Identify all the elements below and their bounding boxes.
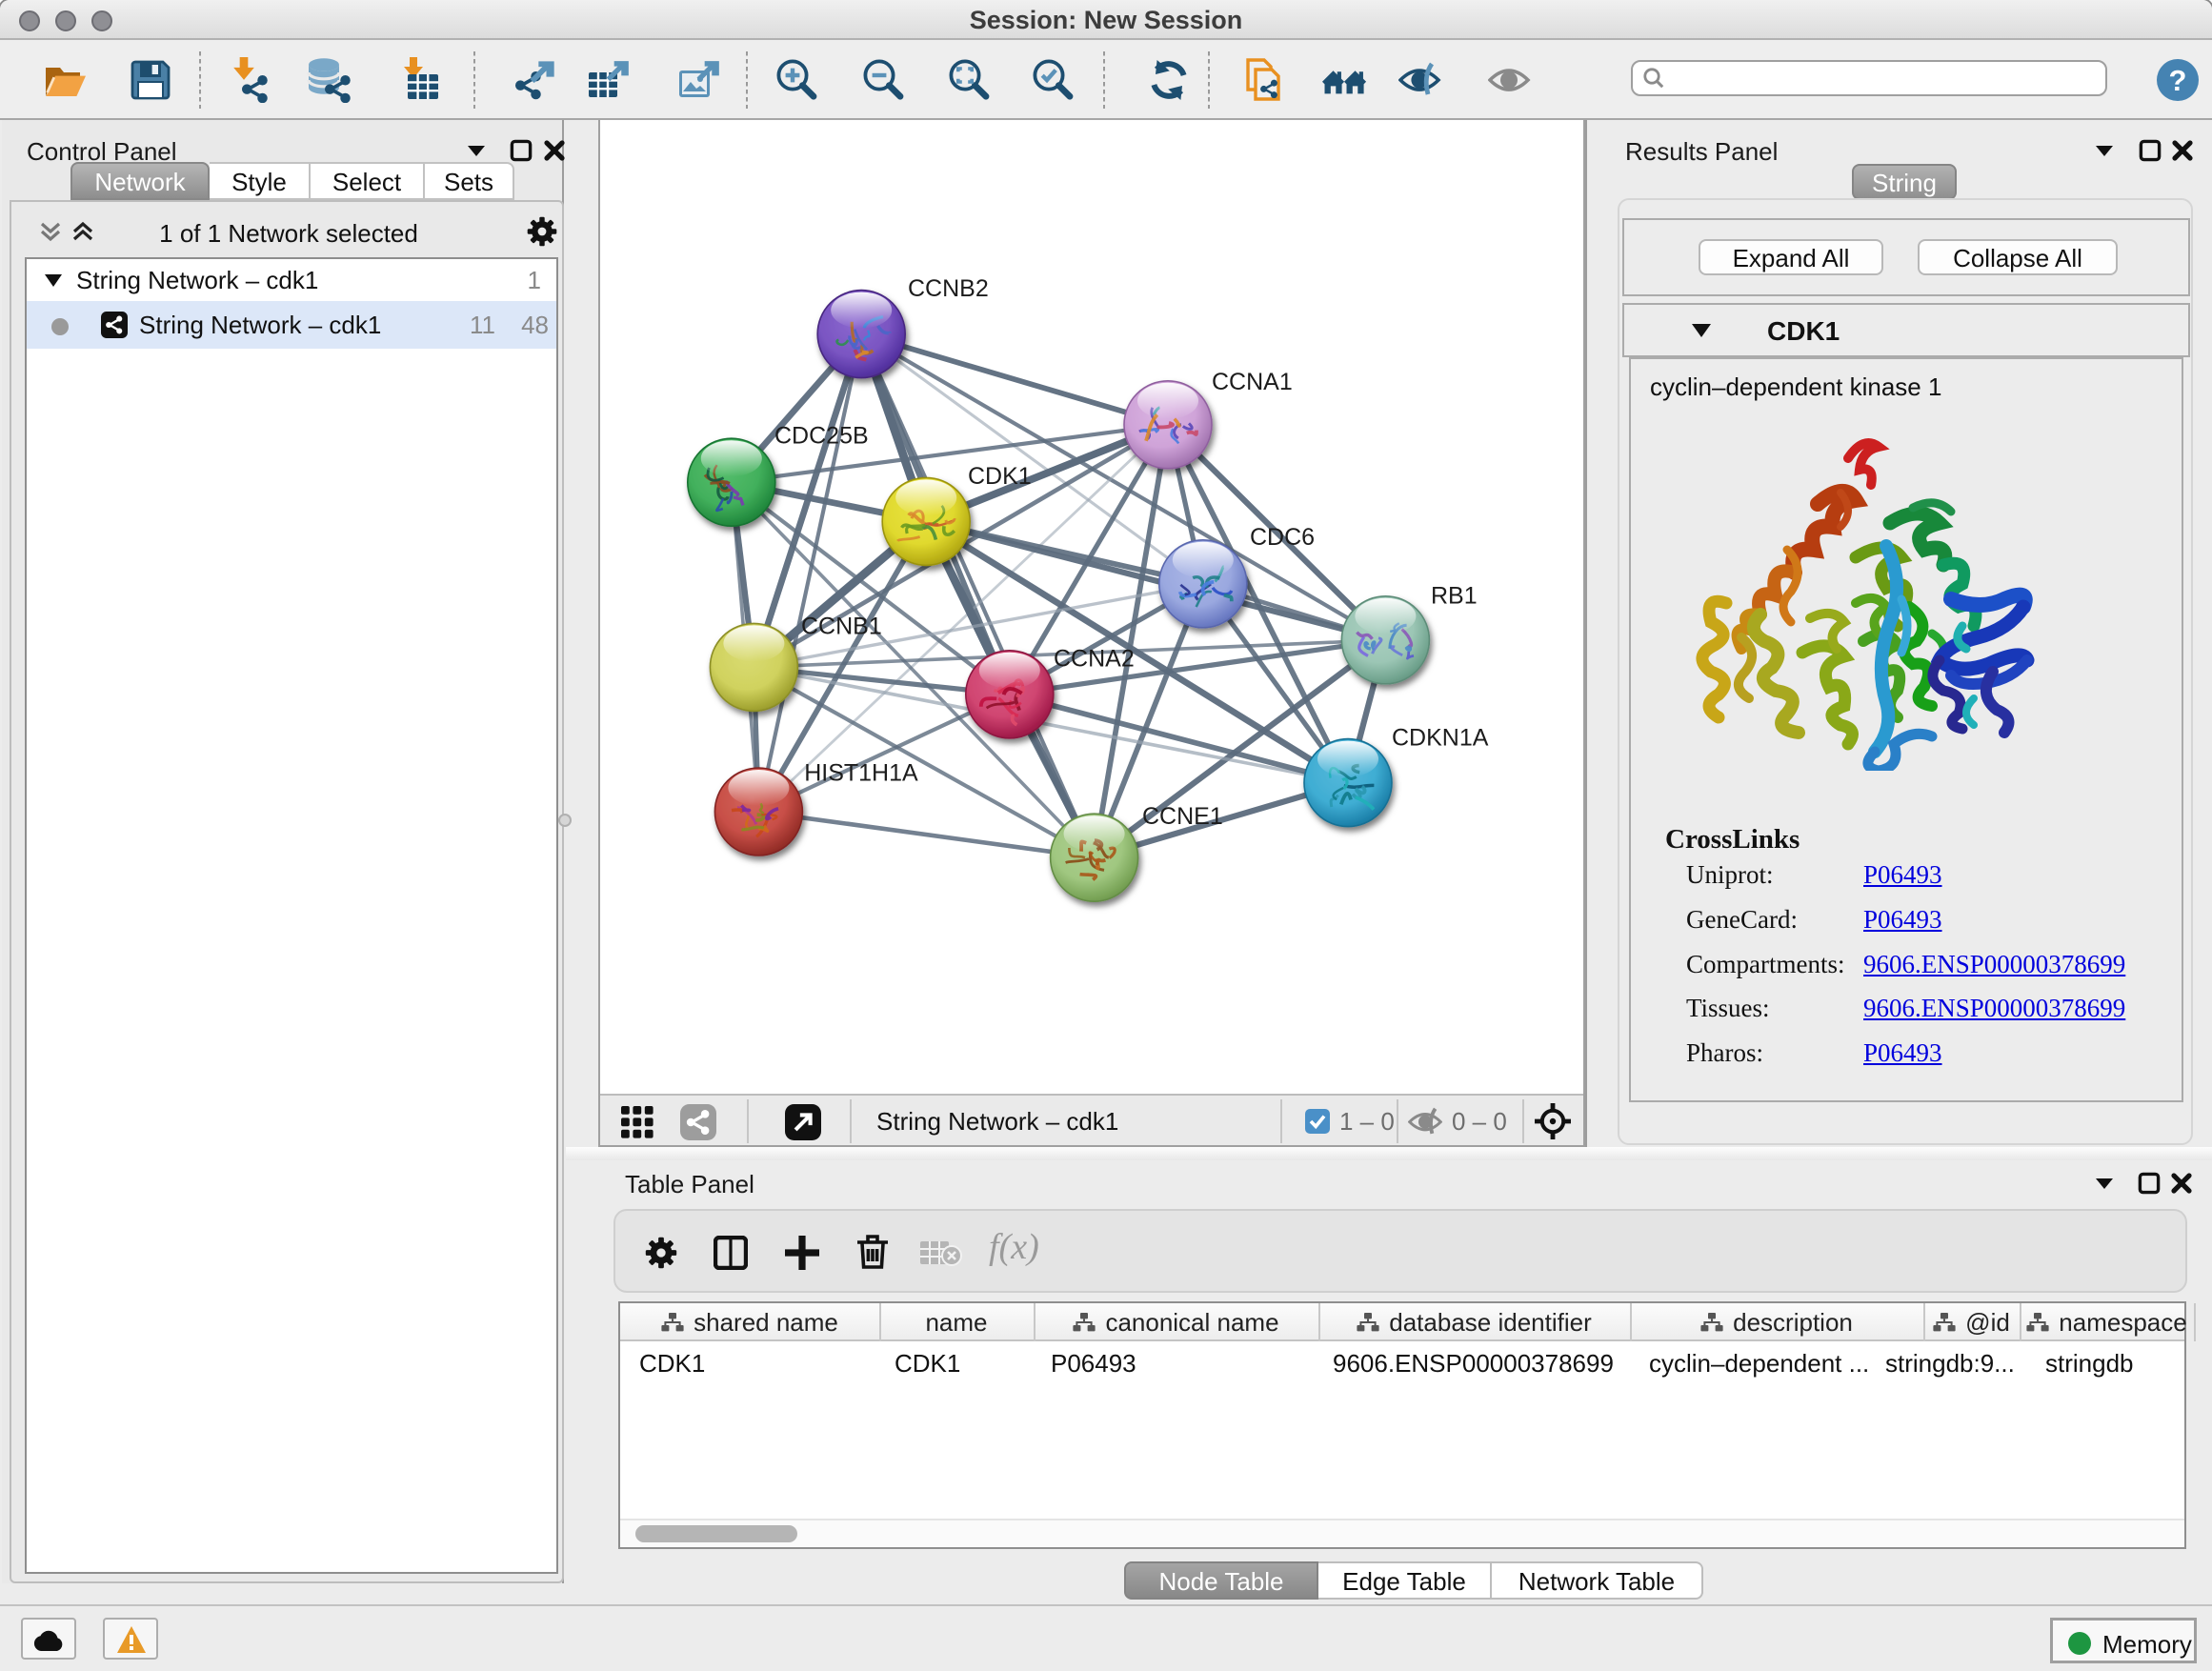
svg-text:CCNA1: CCNA1 [1212,369,1293,395]
svg-text:CCNB1: CCNB1 [801,613,882,639]
svg-text:CDC6: CDC6 [1250,524,1315,551]
svg-text:?: ? [2169,64,2187,97]
svg-text:CDC25B: CDC25B [774,423,869,450]
svg-text:CCNB2: CCNB2 [908,275,989,302]
svg-text:CDKN1A: CDKN1A [1392,725,1489,752]
svg-text:CCNE1: CCNE1 [1142,803,1223,830]
svg-text:CDK1: CDK1 [968,463,1032,490]
svg-text:HIST1H1A: HIST1H1A [804,760,918,787]
svg-text:RB1: RB1 [1431,583,1478,610]
svg-text:CCNA2: CCNA2 [1054,646,1135,673]
